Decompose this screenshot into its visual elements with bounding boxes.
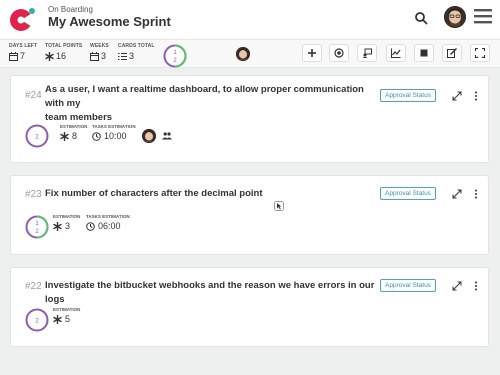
project-name[interactable]: On Boarding [48, 5, 93, 14]
estimation-block: ESTIMATION 5 [53, 307, 80, 324]
app-logo-icon[interactable] [8, 6, 36, 34]
estimation-label: ESTIMATION [53, 307, 81, 312]
add-icon [308, 49, 316, 57]
add-card-button[interactable] [302, 44, 322, 62]
chart-button[interactable] [386, 44, 406, 62]
sprint-card[interactable]: #22 Investigate the bitbucket webhooks a… [10, 267, 489, 347]
assign-icon [362, 48, 372, 58]
expand-icon[interactable] [452, 91, 462, 101]
edit-sprint-button[interactable] [442, 44, 462, 62]
cursor-icon [274, 201, 284, 211]
sprint-title: My Awesome Sprint [48, 14, 171, 29]
chart-icon [391, 48, 401, 58]
search-icon[interactable] [414, 11, 428, 25]
stop-sprint-button[interactable] [414, 44, 434, 62]
card-points-ring: 1 2 [25, 215, 49, 239]
weeks-label: WEEKS [90, 43, 109, 49]
total-points-stat: TOTAL POINTS 16 [45, 43, 82, 61]
team-icon[interactable] [162, 132, 172, 140]
estimation-label: ESTIMATION [60, 124, 88, 129]
asterisk-icon [53, 221, 62, 231]
days-left-stat: DAYS LEFT 7 [9, 43, 37, 61]
tasks-estimation-label: TASKS ESTIMATION [92, 124, 136, 129]
tasks-estimation-value: 10:00 [104, 131, 127, 141]
weeks-value: 3 [101, 51, 107, 61]
weeks-stat: WEEKS 3 [90, 43, 109, 61]
fullscreen-icon [475, 48, 485, 58]
estimation-block: ESTIMATION 3 [53, 214, 80, 231]
stop-icon [420, 49, 428, 57]
card-number: #24 [25, 90, 42, 101]
days-left-label: DAYS LEFT [9, 43, 38, 49]
tasks-estimation-block: TASKS ESTIMATION 10:00 [92, 124, 136, 141]
more-options-icon[interactable] [473, 281, 479, 291]
clock-icon [86, 221, 95, 231]
points-ring-graphic: 2 [25, 308, 49, 332]
asterisk-icon [45, 51, 54, 61]
points-ring-graphic: 1 2 [25, 215, 49, 239]
user-face-icon [444, 6, 466, 28]
tasks-estimation-label: TASKS ESTIMATION [86, 214, 130, 219]
total-points-label: TOTAL POINTS [45, 43, 83, 49]
card-number: #22 [25, 281, 42, 292]
calendar-icon [90, 51, 99, 61]
progress-ring-graphic: 1 2 [163, 44, 187, 68]
user-face-icon [236, 47, 250, 61]
tasks-estimation-block: TASKS ESTIMATION 06:00 [86, 214, 130, 231]
days-left-value: 7 [20, 51, 26, 61]
sprint-card[interactable]: #23 Fix number of characters after the d… [10, 175, 489, 255]
sprint-card[interactable]: #24 As a user, I want a realtime dashboa… [10, 75, 489, 163]
asterisk-icon [60, 131, 69, 141]
asterisk-icon [53, 314, 62, 324]
estimation-value: 3 [65, 221, 71, 231]
assign-button[interactable] [357, 44, 377, 62]
points-ring-graphic: 2 [25, 124, 49, 148]
clock-icon [92, 131, 101, 141]
list-icon [118, 52, 127, 60]
approval-status-button[interactable]: Approval Status [380, 279, 436, 292]
cards-total-value: 3 [129, 51, 135, 61]
estimation-block: ESTIMATION 8 [60, 124, 87, 141]
fullscreen-button[interactable] [470, 44, 490, 62]
user-avatar[interactable] [444, 6, 466, 28]
card-title[interactable]: Investigate the bitbucket webhooks and t… [45, 279, 375, 307]
approval-status-button[interactable]: Approval Status [380, 89, 436, 102]
card-number: #23 [25, 189, 42, 200]
approval-status-button[interactable]: Approval Status [380, 187, 436, 200]
target-icon [334, 48, 344, 58]
card-points-ring: 2 [25, 124, 49, 148]
estimation-label: ESTIMATION [53, 214, 81, 219]
more-options-icon[interactable] [473, 189, 479, 199]
target-button[interactable] [329, 44, 349, 62]
more-options-icon[interactable] [473, 91, 479, 101]
card-title[interactable]: Fix number of characters after the decim… [45, 187, 375, 201]
calendar-icon [9, 51, 18, 61]
cards-total-stat: CARDS TOTAL 3 [118, 43, 154, 61]
sprint-progress-ring: 1 2 [163, 44, 187, 68]
tasks-estimation-value: 06:00 [98, 221, 121, 231]
member-avatar[interactable] [236, 47, 250, 61]
cards-total-label: CARDS TOTAL [118, 43, 155, 49]
expand-icon[interactable] [452, 189, 462, 199]
user-face-icon [142, 129, 156, 143]
card-points-ring: 2 [25, 308, 49, 332]
estimation-value: 8 [72, 131, 78, 141]
total-points-value: 16 [56, 51, 67, 61]
expand-icon[interactable] [452, 281, 462, 291]
top-header: On Boarding My Awesome Sprint [0, 0, 500, 40]
edit-icon [447, 48, 457, 58]
estimation-value: 5 [65, 314, 71, 324]
card-title[interactable]: As a user, I want a realtime dashboard, … [45, 83, 375, 125]
assignee-avatar[interactable] [142, 129, 156, 143]
hamburger-menu-icon[interactable] [474, 8, 492, 24]
